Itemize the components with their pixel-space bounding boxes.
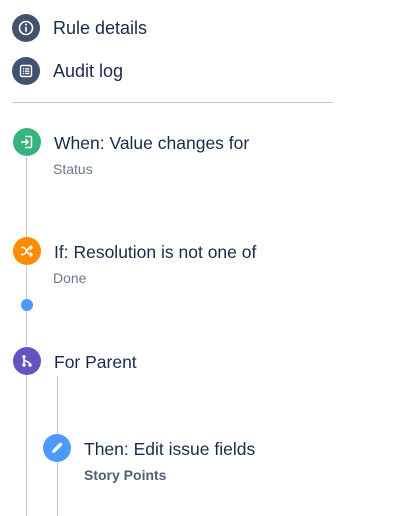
branch-connector-line: [57, 376, 58, 434]
trigger-subtitle: Status: [53, 161, 93, 177]
rule-sidebar: Rule details Audit log When: Value chang: [0, 0, 405, 516]
branch-icon[interactable]: [13, 347, 41, 375]
connector-line: [26, 375, 27, 516]
condition-subtitle: Done: [53, 270, 87, 286]
divider: [12, 102, 333, 103]
action-title[interactable]: Then: Edit issue fields: [84, 439, 255, 460]
audit-log-link[interactable]: Audit log: [12, 56, 123, 86]
add-component-dot[interactable]: [21, 299, 33, 311]
shuffle-icon[interactable]: [13, 237, 41, 265]
branch-connector-line: [57, 462, 58, 516]
list-icon: [12, 57, 40, 85]
action-subtitle: Story Points: [84, 467, 167, 483]
branch-title[interactable]: For Parent: [54, 352, 137, 373]
condition-title[interactable]: If: Resolution is not one of: [54, 242, 256, 263]
rule-details-label: Rule details: [53, 17, 148, 38]
rule-details-link[interactable]: Rule details: [12, 13, 147, 43]
info-icon: [12, 14, 40, 42]
connector-line: [26, 157, 27, 237]
pencil-icon[interactable]: [43, 434, 71, 462]
audit-log-label: Audit log: [53, 60, 124, 81]
trigger-enter-icon[interactable]: [13, 128, 41, 156]
trigger-title[interactable]: When: Value changes for: [54, 133, 249, 154]
